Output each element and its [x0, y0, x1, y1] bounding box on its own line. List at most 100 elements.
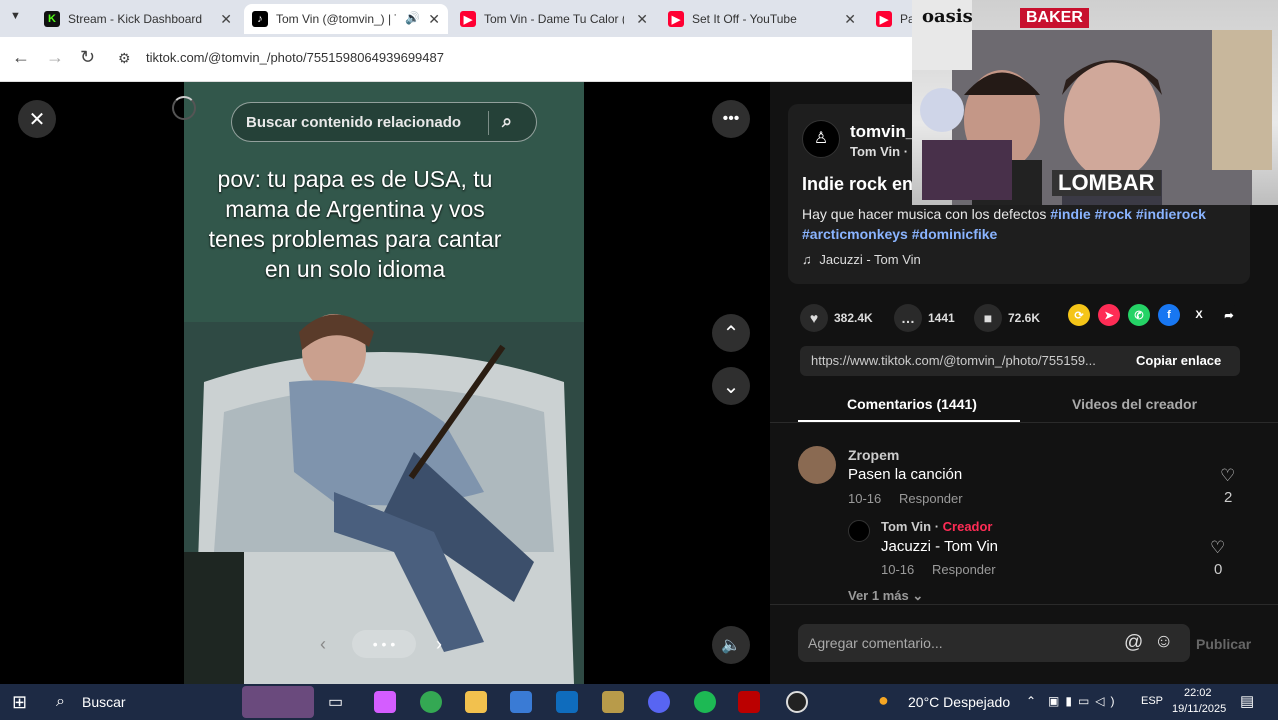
language-indicator[interactable]: ESP	[1141, 695, 1163, 707]
taskbar-search[interactable]: Buscar	[82, 694, 126, 710]
tab-youtube-dame-tu-calor[interactable]: ▶ Tom Vin - Dame Tu Calor (Video) ✕	[452, 4, 656, 34]
creator-display-name: Tom Vin · 9	[850, 144, 919, 159]
tab-title: Tom Vin (@tomvin_) | TikTok	[276, 12, 396, 26]
description-text: Hay que hacer musica con los defectos	[802, 206, 1047, 222]
address-bar[interactable]: tiktok.com/@tomvin_/photo/75515980649396…	[146, 50, 444, 65]
related-search-input[interactable]: Buscar contenido relacionado ⌕	[231, 102, 537, 142]
emoji-icon[interactable]: ☺	[1154, 631, 1173, 653]
league-icon[interactable]	[602, 691, 624, 713]
forward-icon[interactable]: →	[46, 47, 64, 68]
tray-icons[interactable]: ▣▮▭◁)	[1048, 694, 1121, 708]
back-icon[interactable]: ←	[12, 47, 30, 68]
mention-icon[interactable]: @	[1124, 632, 1143, 654]
tab-creator-videos[interactable]: Videos del creador	[1072, 396, 1197, 412]
hashtag[interactable]: #arcticmonkeys	[802, 226, 908, 242]
comment-stat[interactable]: … 1441	[894, 304, 955, 332]
baker-sticker: BAKER	[1020, 8, 1089, 28]
search-highlight-image	[242, 686, 314, 718]
search-icon[interactable]: ⌕	[502, 111, 512, 132]
heart-outline-icon[interactable]: ♡	[1220, 466, 1235, 486]
windows-start-icon[interactable]: ⊞	[12, 692, 27, 713]
share-arrow-icon[interactable]: ➦	[1218, 304, 1240, 326]
repost-icon[interactable]: ⟳	[1068, 304, 1090, 326]
reload-icon[interactable]: ↻	[80, 47, 95, 68]
oasis-sticker: oasis	[922, 6, 973, 27]
tab-title: Stream - Kick Dashboard	[68, 12, 203, 26]
x-icon[interactable]: X	[1188, 304, 1210, 326]
music-note-icon: ♫	[802, 252, 812, 267]
reply-username[interactable]: Tom Vin	[881, 519, 931, 534]
outlook-icon[interactable]	[556, 691, 578, 713]
site-info-icon[interactable]: ⚙	[118, 50, 131, 67]
tab-search-menu-icon[interactable]: ▼	[10, 10, 21, 22]
close-tab-icon[interactable]: ✕	[428, 11, 440, 28]
publish-button[interactable]: Publicar	[1196, 636, 1251, 652]
kick-icon: K	[44, 11, 60, 27]
hashtag[interactable]: #indie	[1050, 206, 1090, 222]
lombar-sticker: LOMBAR	[1052, 170, 1161, 196]
copy-link-button[interactable]: Copiar enlace	[1136, 353, 1221, 368]
close-tab-icon[interactable]: ✕	[220, 11, 232, 28]
view-more-replies[interactable]: Ver 1 más ⌄	[848, 588, 923, 604]
photo-viewer: ✕ Buscar contenido relacionado ⌕ pov: tu…	[0, 82, 770, 684]
hashtag[interactable]: #dominicfike	[912, 226, 998, 242]
facebook-icon[interactable]: f	[1158, 304, 1180, 326]
spotify-icon[interactable]	[694, 691, 716, 713]
reply-date: 10-16	[881, 562, 915, 577]
tab-youtube-set-it-off[interactable]: ▶ Set It Off - YouTube ✕	[660, 4, 864, 34]
music-row[interactable]: ♫ Jacuzzi - Tom Vin	[802, 252, 921, 267]
close-tab-icon[interactable]: ✕	[636, 11, 648, 28]
speaker-icon[interactable]: 🔊	[405, 11, 420, 25]
tab-title: Tom Vin - Dame Tu Calor (Video)	[484, 12, 624, 26]
loading-spinner-icon	[172, 96, 196, 120]
tiktok-icon: ♪	[252, 11, 268, 27]
tab-tiktok[interactable]: ♪ Tom Vin (@tomvin_) | TikTok 🔊 ✕	[244, 4, 448, 34]
clock-date[interactable]: 19/11/2025	[1172, 703, 1226, 715]
avatar[interactable]	[848, 520, 870, 542]
comment-item: Zropem Pasen la canción 10-16 Responder …	[798, 444, 1258, 514]
more-options-button[interactable]: •••	[712, 100, 750, 138]
close-tab-icon[interactable]: ✕	[844, 11, 856, 28]
close-viewer-button[interactable]: ✕	[18, 100, 56, 138]
tray-chevron-icon[interactable]: ⌃	[1026, 694, 1036, 708]
tab-comments[interactable]: Comentarios (1441)	[847, 396, 977, 412]
comment-icon: …	[894, 304, 922, 332]
next-video-button[interactable]: ⌄	[712, 367, 750, 405]
copilot-icon[interactable]	[374, 691, 396, 713]
heart-outline-icon[interactable]: ♡	[1210, 538, 1225, 558]
next-photo-icon[interactable]: ›	[436, 634, 442, 655]
creator-avatar[interactable]: ♙	[802, 120, 840, 158]
whatsapp-icon[interactable]: ✆	[1128, 304, 1150, 326]
comment-date: 10-16	[848, 491, 882, 506]
voicemeeter-icon[interactable]	[738, 691, 760, 713]
notification-icon[interactable]: ▤	[1240, 692, 1254, 710]
task-view-icon[interactable]: ▭	[328, 692, 343, 712]
like-stat[interactable]: ♥ 382.4K	[800, 304, 873, 332]
hashtag[interactable]: #rock	[1095, 206, 1132, 222]
file-explorer-icon[interactable]	[465, 691, 487, 713]
reply-button[interactable]: Responder	[899, 491, 963, 506]
comment-user[interactable]: Zropem	[848, 447, 899, 463]
hashtag[interactable]: #indierock	[1136, 206, 1206, 222]
youtube-icon: ▶	[668, 11, 684, 27]
weather-text[interactable]: 20°C Despejado	[908, 694, 1010, 710]
save-stat[interactable]: ■ 72.6K	[974, 304, 1040, 332]
reply-item: Tom Vin · Creador Jacuzzi - Tom Vin 10-1…	[848, 518, 1258, 578]
chrome-icon[interactable]	[420, 691, 442, 713]
creator-username[interactable]: tomvin_	[850, 122, 915, 142]
send-icon[interactable]: ➤	[1098, 304, 1120, 326]
comment-input[interactable]: Agregar comentario... @ ☺	[798, 624, 1190, 662]
previous-video-button[interactable]: ⌃	[712, 314, 750, 352]
obs-icon[interactable]	[786, 691, 808, 713]
clock-time[interactable]: 22:02	[1184, 687, 1212, 699]
avatar[interactable]	[798, 446, 836, 484]
volume-button[interactable]: 🔈	[712, 626, 750, 664]
chevron-down-icon: ⌄	[912, 588, 924, 603]
tab-divider	[770, 422, 1278, 423]
tab-kick[interactable]: K Stream - Kick Dashboard ✕	[36, 4, 240, 34]
store-icon[interactable]	[510, 691, 532, 713]
tab-title: Set It Off - YouTube	[692, 12, 797, 26]
prev-photo-icon[interactable]: ‹	[320, 634, 326, 655]
discord-icon[interactable]	[648, 691, 670, 713]
reply-button[interactable]: Responder	[932, 562, 996, 577]
